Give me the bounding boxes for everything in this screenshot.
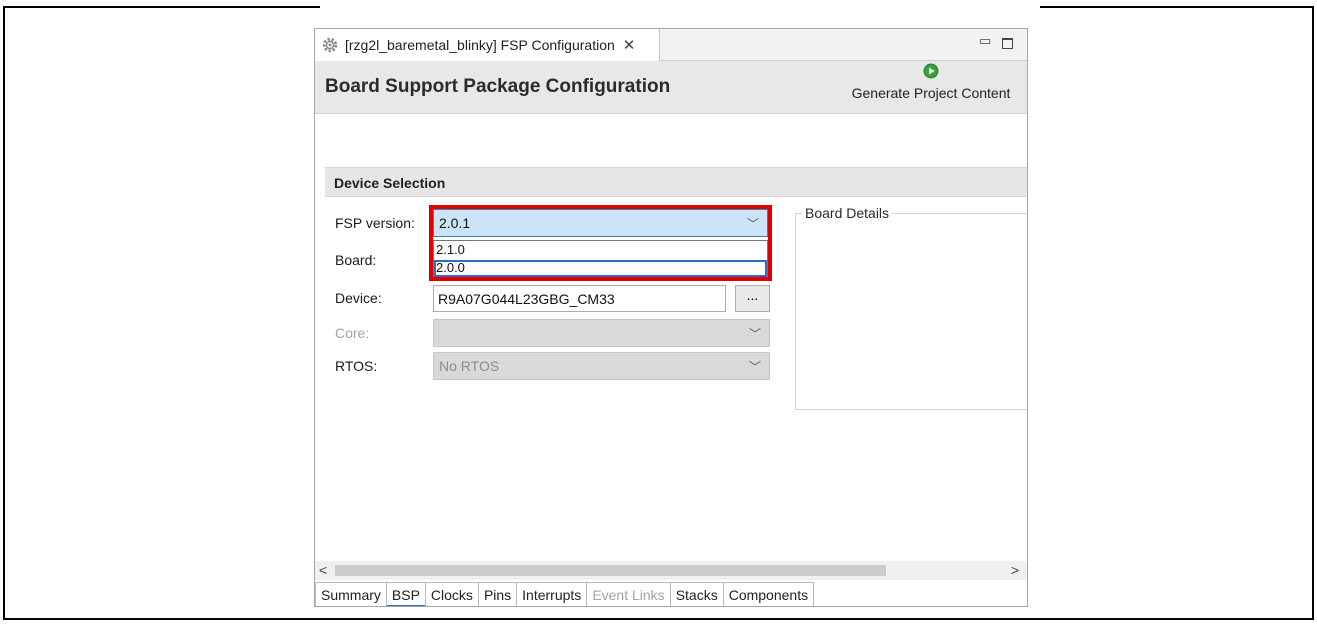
editor-tab[interactable]: [rzg2l_baremetal_blinky] FSP Configurati… (315, 29, 660, 61)
tab-clocks[interactable]: Clocks (425, 582, 479, 606)
tab-pins[interactable]: Pins (478, 582, 518, 606)
tab-summary[interactable]: Summary (315, 582, 387, 606)
tab-bsp[interactable]: BSP (386, 582, 426, 606)
scroll-left-button[interactable]: < (319, 562, 327, 578)
editor-tab-bar: [rzg2l_baremetal_blinky] FSP Configurati… (315, 29, 1027, 61)
board-details-title: Board Details (802, 205, 893, 221)
chevron-down-icon: ﹀ (746, 217, 759, 231)
tab-interrupts[interactable]: Interrupts (517, 582, 588, 606)
page-title: Board Support Package Configuration (325, 76, 671, 97)
generate-label: Generate Project Content (851, 85, 1011, 101)
fsp-version-label: FSP version: (335, 215, 415, 231)
rtos-combo: No RTOS ﹀ (433, 352, 770, 380)
core-label: Core: (335, 325, 370, 341)
device-browse-button[interactable]: ... (735, 285, 770, 312)
tab-bar-fill (814, 582, 1027, 606)
device-label: Device: (335, 290, 382, 306)
tab-stacks[interactable]: Stacks (670, 582, 724, 606)
device-selection-section: Device Selection (325, 167, 1027, 197)
fsp-version-value: 2.0.1 (439, 215, 471, 231)
generate-project-content-button[interactable]: Generate Project Content (835, 63, 1027, 111)
board-details-group: Board Details (795, 205, 1027, 410)
core-combo: ﹀ (433, 319, 770, 347)
fsp-configuration-editor: [rzg2l_baremetal_blinky] FSP Configurati… (314, 28, 1028, 607)
editor-tab-title: [rzg2l_baremetal_blinky] FSP Configurati… (345, 37, 615, 53)
maximize-button[interactable] (1002, 38, 1013, 49)
dropdown-option-selected[interactable]: 2.0.0 (434, 260, 767, 277)
section-title: Device Selection (334, 175, 446, 191)
fsp-version-combo[interactable]: 2.0.1 ﹀ (433, 209, 768, 237)
rtos-label: RTOS: (335, 358, 378, 374)
close-icon[interactable]: ✕ (623, 36, 636, 54)
chevron-down-icon: ﹀ (748, 360, 761, 374)
fsp-version-dropdown: 2.1.0 2.0.0 (433, 240, 768, 278)
board-label: Board: (335, 252, 377, 268)
dropdown-option[interactable]: 2.1.0 (434, 242, 767, 259)
scrollbar-thumb[interactable] (335, 565, 886, 576)
chevron-down-icon: ﹀ (748, 327, 761, 341)
gear-icon (322, 37, 338, 53)
run-icon (923, 63, 939, 79)
configuration-tabs: Summary BSP Clocks Pins Interrupts Event… (315, 582, 1027, 606)
minimize-button[interactable]: ▭ (979, 33, 991, 49)
device-field[interactable]: R9A07G044L23GBG_CM33 (433, 285, 726, 312)
rtos-value: No RTOS (439, 358, 500, 374)
tab-components[interactable]: Components (723, 582, 815, 606)
scroll-right-button[interactable]: > (1011, 562, 1019, 578)
editor-header: Board Support Package Configuration Gene… (315, 61, 1027, 114)
horizontal-scrollbar[interactable]: < > (315, 561, 1027, 580)
tab-event-links: Event Links (587, 582, 671, 606)
